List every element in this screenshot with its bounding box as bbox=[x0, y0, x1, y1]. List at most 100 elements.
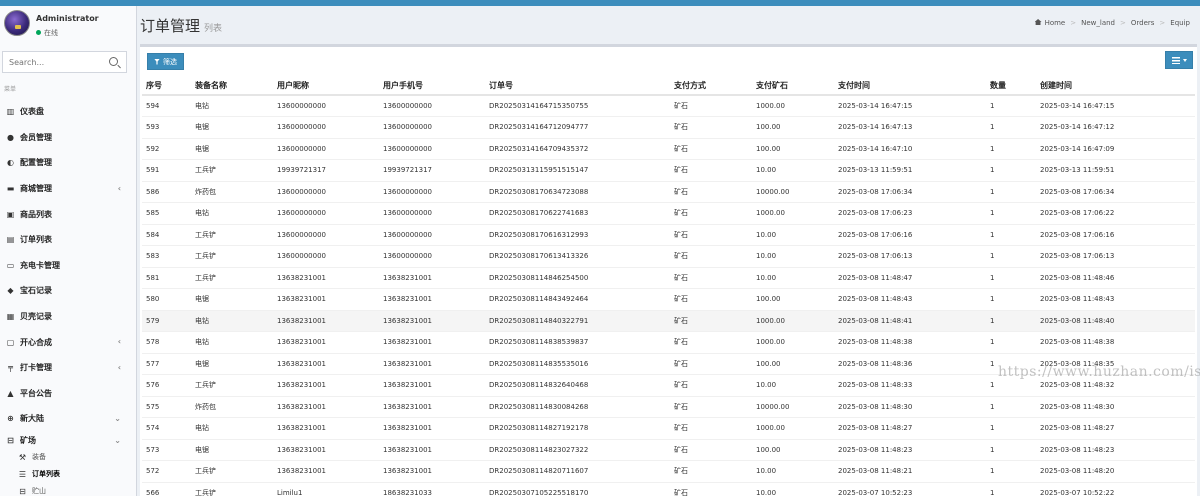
sidebar-subitem-more[interactable]: ⊟ 贮山 bbox=[0, 483, 136, 496]
sidebar-item-label: 矿场 bbox=[20, 435, 36, 445]
list-icon: ▤ bbox=[6, 235, 15, 245]
table-cell: 2025-03-08 11:48:27 bbox=[834, 417, 986, 440]
sidebar-item-dashboard[interactable]: ▥ 仪表盘 bbox=[0, 99, 136, 125]
search-icon[interactable] bbox=[109, 57, 118, 66]
breadcrumb-separator: > bbox=[1159, 19, 1166, 27]
table-cell: 100.00 bbox=[752, 138, 834, 160]
table-cell: 1 bbox=[986, 288, 1036, 311]
table-cell: 工兵铲 bbox=[191, 224, 273, 246]
table-cell: 1 bbox=[986, 245, 1036, 268]
sidebar-item-products[interactable]: ▣ 商品列表 bbox=[0, 201, 136, 227]
table-cell: 2025-03-08 11:48:38 bbox=[1036, 331, 1195, 354]
table-row[interactable]: 591 工兵铲 19939721317 19939721317 DR2025031311… bbox=[142, 159, 1195, 182]
table-cell: DR20250314164715350755 bbox=[485, 95, 670, 117]
sidebar-item-shells[interactable]: ▦ 贝壳记录 bbox=[0, 304, 136, 330]
column-header[interactable]: 支付方式 bbox=[670, 77, 752, 96]
sidebar-item-orders[interactable]: ▤ 订单列表 bbox=[0, 227, 136, 253]
sidebar-item-cards[interactable]: ▭ 充电卡管理 bbox=[0, 253, 136, 279]
table-cell: 13638231001 bbox=[379, 331, 485, 354]
table-cell: 1 bbox=[986, 224, 1036, 246]
table-cell: 13638231001 bbox=[273, 439, 379, 461]
table-cell: 矿石 bbox=[670, 310, 752, 332]
table-cell: 2025-03-08 11:48:38 bbox=[834, 331, 986, 354]
sidebar-subitem-orders[interactable]: ☰ 订单列表 bbox=[0, 466, 136, 483]
column-header[interactable]: 订单号 bbox=[485, 77, 670, 96]
sidebar-item-mall[interactable]: ▬ 商城管理 ‹ bbox=[0, 176, 136, 202]
columns-toggle-button[interactable] bbox=[1165, 51, 1193, 69]
table-row[interactable]: 586 炸药包 13600000000 13600000000 DR2025030817… bbox=[142, 181, 1195, 203]
sidebar-item-new-land[interactable]: ⊕ 新大陆 ⌄ bbox=[0, 406, 136, 432]
table-row[interactable]: 573 电锯 13638231001 13638231001 DR20250308114… bbox=[142, 439, 1195, 461]
table-body: 594 电钻 13600000000 13600000000 DR20250314164… bbox=[142, 95, 1195, 496]
sidebar-search bbox=[2, 51, 127, 73]
table-cell: 573 bbox=[142, 439, 191, 461]
chevron-left-icon: ‹ bbox=[117, 362, 121, 372]
table-row[interactable]: 592 电锯 13600000000 13600000000 DR20250314164… bbox=[142, 138, 1195, 160]
breadcrumb-separator: > bbox=[1120, 19, 1126, 27]
breadcrumb-orders[interactable]: Orders bbox=[1131, 19, 1155, 27]
table-cell: 13638231001 bbox=[273, 288, 379, 311]
table-cell: 2025-03-13 11:59:51 bbox=[1036, 159, 1195, 182]
gem-icon: ◆ bbox=[7, 286, 14, 296]
table-cell: 1 bbox=[986, 95, 1036, 117]
table-cell: 579 bbox=[142, 310, 191, 332]
table-cell: 572 bbox=[142, 460, 191, 483]
table-row[interactable]: 566 工兵铲 Limilu1 18638231033 DR20250307105225… bbox=[142, 482, 1195, 496]
table-cell: 工兵铲 bbox=[191, 159, 273, 182]
table-row[interactable]: 574 电钻 13638231001 13638231001 DR20250308114… bbox=[142, 417, 1195, 440]
table-cell: 2025-03-08 17:06:13 bbox=[1036, 245, 1195, 268]
sidebar-subitem-equip[interactable]: ⚒ 装备 bbox=[0, 449, 136, 466]
user-icon: ● bbox=[7, 132, 14, 142]
table-cell: 13638231001 bbox=[273, 310, 379, 332]
table-cell: DR20250308114840322791 bbox=[485, 310, 670, 332]
sidebar-item-announcements[interactable]: ▲ 平台公告 bbox=[0, 381, 136, 407]
sidebar-item-gems[interactable]: ◆ 宝石记录 bbox=[0, 278, 136, 304]
table-cell: 2025-03-08 17:06:34 bbox=[834, 181, 986, 203]
table-row[interactable]: 580 电锯 13638231001 13638231001 DR20250308114… bbox=[142, 288, 1195, 311]
table-row[interactable]: 583 工兵铲 13600000000 13600000000 DR2025030817… bbox=[142, 245, 1195, 268]
column-header[interactable]: 用户手机号 bbox=[379, 77, 485, 96]
sidebar-item-checkin[interactable]: ╤ 打卡管理 ‹ bbox=[0, 355, 136, 381]
table-cell: 580 bbox=[142, 288, 191, 311]
breadcrumb-new-land[interactable]: New_land bbox=[1081, 19, 1115, 27]
table-cell: 矿石 bbox=[670, 202, 752, 225]
folder-icon: ⊟ bbox=[7, 435, 14, 445]
table-cell: 13638231001 bbox=[273, 353, 379, 375]
sidebar-item-merge[interactable]: ▢ 开心合成 ‹ bbox=[0, 329, 136, 355]
column-header[interactable]: 装备名称 bbox=[191, 77, 273, 96]
table-row[interactable]: 581 工兵铲 13638231001 13638231001 DR2025030811… bbox=[142, 267, 1195, 289]
table-row[interactable]: 572 工兵铲 13638231001 13638231001 DR2025030811… bbox=[142, 460, 1195, 483]
search-input[interactable] bbox=[3, 52, 103, 72]
column-header[interactable]: 创建时间 bbox=[1036, 77, 1195, 96]
table-row[interactable]: 575 炸药包 13638231001 13638231001 DR2025030811… bbox=[142, 396, 1195, 418]
table-row[interactable]: 576 工兵铲 13638231001 13638231001 DR2025030811… bbox=[142, 374, 1195, 397]
table-cell: 1 bbox=[986, 482, 1036, 496]
table-cell: 1 bbox=[986, 396, 1036, 418]
table-row[interactable]: 584 工兵铲 13600000000 13600000000 DR2025030817… bbox=[142, 224, 1195, 246]
sidebar-item-mine[interactable]: ⊟ 矿场 ⌄ bbox=[0, 432, 136, 449]
table-cell: 矿石 bbox=[670, 181, 752, 203]
table-cell: 2025-03-08 11:48:30 bbox=[1036, 396, 1195, 418]
column-header[interactable]: 支付矿石 bbox=[752, 77, 834, 96]
table-cell: 13600000000 bbox=[273, 116, 379, 139]
table-row[interactable]: 594 电钻 13600000000 13600000000 DR20250314164… bbox=[142, 95, 1195, 117]
sidebar-item-members[interactable]: ● 会员管理 bbox=[0, 125, 136, 151]
table-row[interactable]: 585 电钻 13600000000 13600000000 DR20250308170… bbox=[142, 202, 1195, 225]
table-cell: 591 bbox=[142, 159, 191, 182]
table-cell: 1000.00 bbox=[752, 202, 834, 225]
column-header[interactable]: 序号 bbox=[142, 77, 191, 96]
filter-button[interactable]: 筛选 bbox=[147, 53, 184, 70]
table-cell: 13638231001 bbox=[273, 374, 379, 397]
table-cell: 594 bbox=[142, 95, 191, 117]
column-header[interactable]: 数量 bbox=[986, 77, 1036, 96]
table-row[interactable]: 593 电锯 13600000000 13600000000 DR20250314164… bbox=[142, 116, 1195, 139]
table-row[interactable]: 578 电钻 13638231001 13638231001 DR20250308114… bbox=[142, 331, 1195, 354]
table-row[interactable]: 577 电锯 13638231001 13638231001 DR20250308114… bbox=[142, 353, 1195, 375]
table-row[interactable]: 579 电钻 13638231001 13638231001 DR20250308114… bbox=[142, 310, 1195, 332]
table-cell: 13638231001 bbox=[379, 374, 485, 397]
avatar[interactable] bbox=[4, 10, 30, 36]
column-header[interactable]: 支付时间 bbox=[834, 77, 986, 96]
sidebar-item-config[interactable]: ◐ 配置管理 bbox=[0, 150, 136, 176]
column-header[interactable]: 用户昵称 bbox=[273, 77, 379, 96]
breadcrumb-home[interactable]: Home bbox=[1034, 19, 1065, 27]
